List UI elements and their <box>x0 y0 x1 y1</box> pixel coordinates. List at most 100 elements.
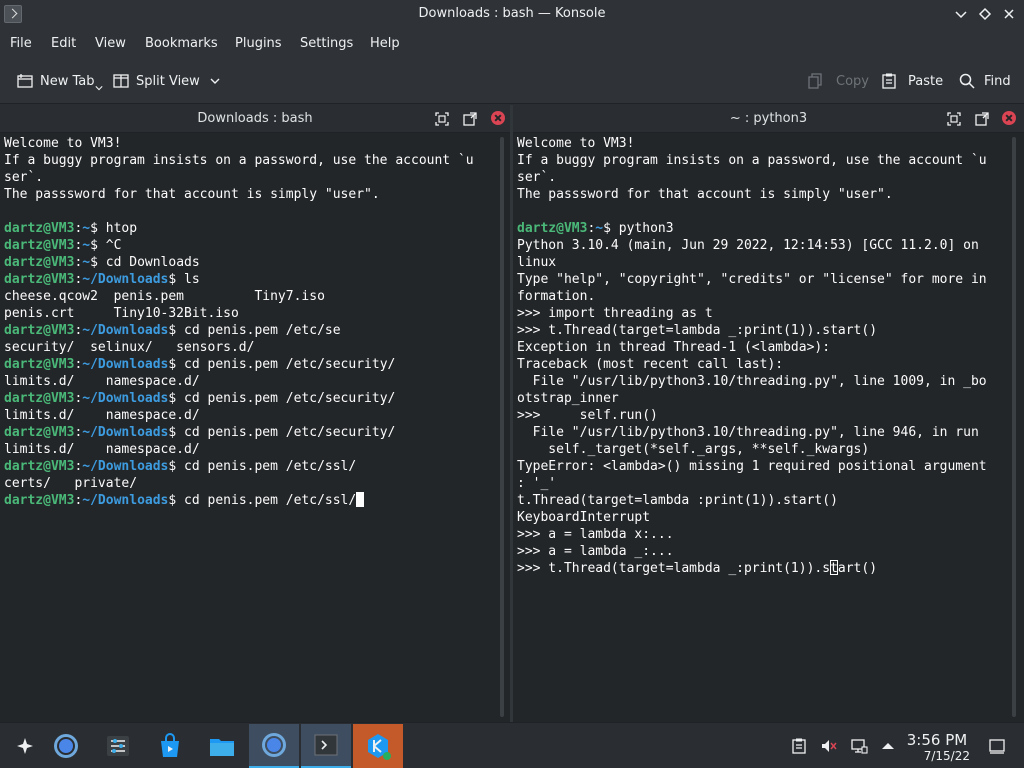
new-tab-button[interactable]: New Tab <box>16 70 103 92</box>
prompt-path: ~/Downloads <box>82 493 169 508</box>
terminal-text: ser`. <box>4 170 44 185</box>
chevron-down-icon <box>210 78 220 84</box>
terminal-pane-left[interactable]: Downloads : bash Welcome to VM3! If a bug… <box>0 105 510 722</box>
taskbar-dolphin[interactable] <box>197 724 247 768</box>
split-view-button[interactable]: Split View <box>112 70 226 92</box>
terminal-line: dartz@VM3:~/Downloads$ ls <box>4 271 474 288</box>
prompt-path: ~ <box>82 238 91 253</box>
terminal-text: If a buggy program insists on a password… <box>4 153 474 168</box>
find-button[interactable]: Find <box>958 70 1011 92</box>
terminal-line: The passsword for that account is simply… <box>4 186 474 203</box>
close-pane-left-icon[interactable] <box>491 111 505 125</box>
terminal-text: $ cd penis.pem /etc/ssl/ <box>168 459 357 474</box>
network-icon[interactable] <box>850 737 868 755</box>
terminal-line: If a buggy program insists on a password… <box>4 152 474 169</box>
maximize-pane-icon[interactable] <box>946 111 962 127</box>
menu-help[interactable]: Help <box>370 36 400 51</box>
copy-label: Copy <box>836 73 869 89</box>
menu-edit[interactable]: Edit <box>51 36 76 51</box>
terminal-text: tart() <box>830 561 878 576</box>
prompt-path: ~/Downloads <box>82 272 169 287</box>
close-pane-right-icon[interactable] <box>1002 111 1016 125</box>
menu-bar: File Edit View Bookmarks Plugins Setting… <box>0 30 1024 58</box>
terminal-output-left[interactable]: Welcome to VM3! If a buggy program insist… <box>4 135 474 509</box>
terminal-line: Traceback (most recent call last): <box>517 356 987 373</box>
scrollbar-left[interactable] <box>498 137 506 717</box>
taskbar-konsole[interactable] <box>301 724 351 768</box>
volume-muted-icon[interactable] <box>820 737 838 755</box>
prompt-path: ~ <box>82 255 91 270</box>
tray-expand-icon[interactable] <box>879 737 897 755</box>
clock-date[interactable]: 7/15/22 <box>904 749 970 763</box>
menu-view[interactable]: View <box>95 36 126 51</box>
menu-bookmarks[interactable]: Bookmarks <box>145 36 218 51</box>
terminal-line: >>> a = lambda _:... <box>517 543 987 560</box>
detach-pane-icon[interactable] <box>974 111 990 127</box>
system-settings-icon <box>107 736 129 756</box>
window-title: Downloads : bash — Konsole <box>418 6 606 21</box>
terminal-line: dartz@VM3:~$ python3 <box>517 220 987 237</box>
discover-store-icon <box>161 733 179 757</box>
clipboard-tray-icon[interactable] <box>790 737 808 755</box>
minimize-button[interactable] <box>952 5 970 23</box>
copy-button[interactable]: Copy <box>806 70 869 92</box>
taskbar-kde-app[interactable] <box>353 724 403 768</box>
text-cursor <box>356 492 365 507</box>
taskbar-system-settings[interactable] <box>93 724 143 768</box>
split-view-icon <box>113 74 129 88</box>
terminal-text: linux <box>517 255 557 270</box>
menu-plugins[interactable]: Plugins <box>235 36 282 51</box>
terminal-line: dartz@VM3:~$ ^C <box>4 237 474 254</box>
prompt-path: ~/Downloads <box>82 391 169 406</box>
menu-file[interactable]: File <box>10 36 32 51</box>
close-window-button[interactable] <box>1000 5 1018 23</box>
terminal-line: ser`. <box>4 169 474 186</box>
prompt-user: dartz@VM3 <box>4 323 75 338</box>
taskbar-discover[interactable] <box>145 724 195 768</box>
show-desktop-icon[interactable] <box>988 737 1006 755</box>
chevron-down-icon <box>955 11 967 19</box>
terminal-line: limits.d/ namespace.d/ <box>4 441 474 458</box>
terminal-text: KeyboardInterrupt <box>517 510 651 525</box>
terminal-text: cheese.qcow2 penis.pem Tiny7.iso <box>4 289 325 304</box>
terminal-pane-right[interactable]: ~ : python3 Welcome to VM3! If a buggy pr… <box>513 105 1024 722</box>
prompt-path: ~ <box>595 221 604 236</box>
terminal-text: File "/usr/lib/python3.10/threading.py",… <box>517 374 987 389</box>
terminal-line: limits.d/ namespace.d/ <box>4 407 474 424</box>
chromium-icon <box>54 734 78 758</box>
terminal-text: $ cd penis.pem /etc/security/ <box>168 391 396 406</box>
terminal-text: formation. <box>517 289 596 304</box>
maximize-button[interactable] <box>976 5 994 23</box>
prompt-user: dartz@VM3 <box>4 272 75 287</box>
toolbar: New Tab Split View Copy Paste Find <box>0 58 1024 104</box>
terminal-text: >>> a = lambda _:... <box>517 544 674 559</box>
terminal-text: Type "help", "copyright", "credits" or "… <box>517 272 987 287</box>
scrollbar-right[interactable] <box>1010 137 1018 717</box>
terminal-text: $ cd penis.pem /etc/security/ <box>168 357 396 372</box>
terminal-line: >>> a = lambda x:... <box>517 526 987 543</box>
terminal-text: $ ls <box>168 272 200 287</box>
maximize-pane-icon[interactable] <box>434 111 450 127</box>
terminal-text: >>> t.Thread(target=lambda _:print(1)).s… <box>517 323 878 338</box>
paste-button[interactable]: Paste <box>880 70 943 92</box>
prompt-path: ~/Downloads <box>82 323 169 338</box>
terminal-text: self._target(*self._args, **self._kwargs… <box>517 442 870 457</box>
terminal-line: >>> self.run() <box>517 407 987 424</box>
dolphin-files-icon <box>210 739 234 756</box>
terminal-output-right[interactable]: Welcome to VM3! If a buggy program insist… <box>517 135 987 577</box>
terminal-text: $ ^C <box>90 238 122 253</box>
terminal-text: limits.d/ namespace.d/ <box>4 442 200 457</box>
prompt-user: dartz@VM3 <box>4 493 75 508</box>
detach-pane-icon[interactable] <box>462 111 478 127</box>
taskbar-chromium[interactable] <box>41 724 91 768</box>
clock-time[interactable]: 3:56 PM <box>904 731 970 749</box>
terminal-text: Traceback (most recent call last): <box>517 357 784 372</box>
close-icon <box>1004 9 1014 19</box>
menu-settings[interactable]: Settings <box>300 36 353 51</box>
terminal-line: self._target(*self._args, **self._kwargs… <box>517 441 987 458</box>
taskbar-chromium-window[interactable] <box>249 724 299 768</box>
terminal-text: File "/usr/lib/python3.10/threading.py",… <box>517 425 979 440</box>
terminal-line: dartz@VM3:~$ cd Downloads <box>4 254 474 271</box>
taskbar: 3:56 PM 7/15/22 <box>0 722 1024 768</box>
